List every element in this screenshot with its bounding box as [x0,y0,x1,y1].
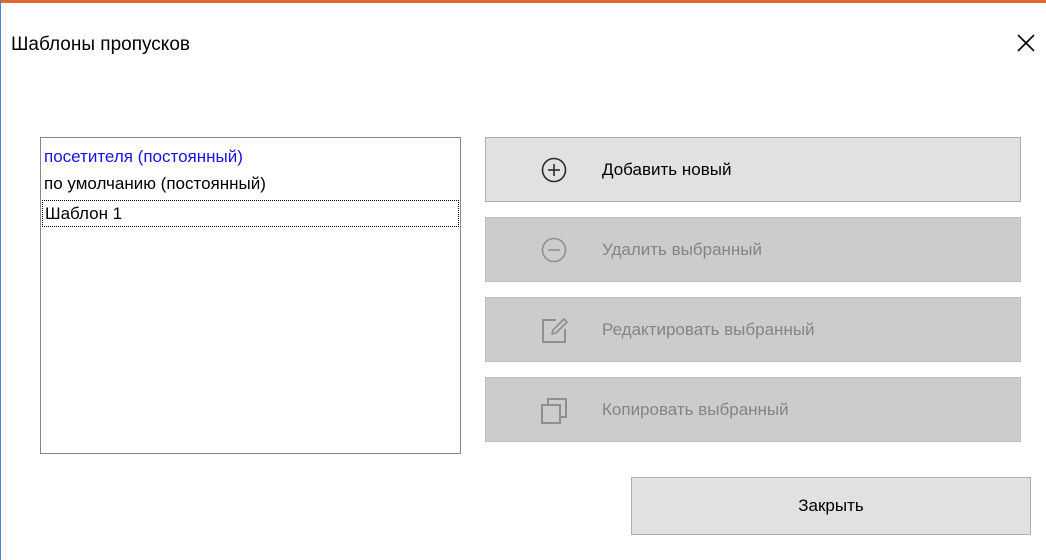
edit-selected-button[interactable]: Редактировать выбранный [485,297,1021,362]
add-new-button[interactable]: Добавить новый [485,137,1021,202]
add-new-label: Добавить новый [602,159,732,179]
list-item[interactable]: Шаблон 1 [42,200,459,227]
delete-selected-label: Удалить выбранный [602,239,763,259]
edit-selected-label: Редактировать выбранный [602,319,815,339]
edit-icon [539,315,569,345]
copy-icon [539,395,569,425]
list-item[interactable]: посетителя (постоянный) [42,144,459,169]
templates-dialog: Шаблоны пропусков посетителя (постоянный… [0,0,1046,560]
delete-selected-button[interactable]: Удалить выбранный [485,217,1021,282]
minus-circle-icon [539,235,569,265]
plus-circle-icon [539,155,569,185]
templates-listbox[interactable]: посетителя (постоянный) по умолчанию (по… [40,137,461,454]
copy-selected-label: Копировать выбранный [602,399,789,419]
window-top-border [1,0,1046,3]
dialog-title: Шаблоны пропусков [11,34,190,55]
close-icon[interactable] [1013,30,1039,56]
list-item[interactable]: по умолчанию (постоянный) [42,171,459,196]
copy-selected-button[interactable]: Копировать выбранный [485,377,1021,442]
close-button[interactable]: Закрыть [631,477,1031,535]
